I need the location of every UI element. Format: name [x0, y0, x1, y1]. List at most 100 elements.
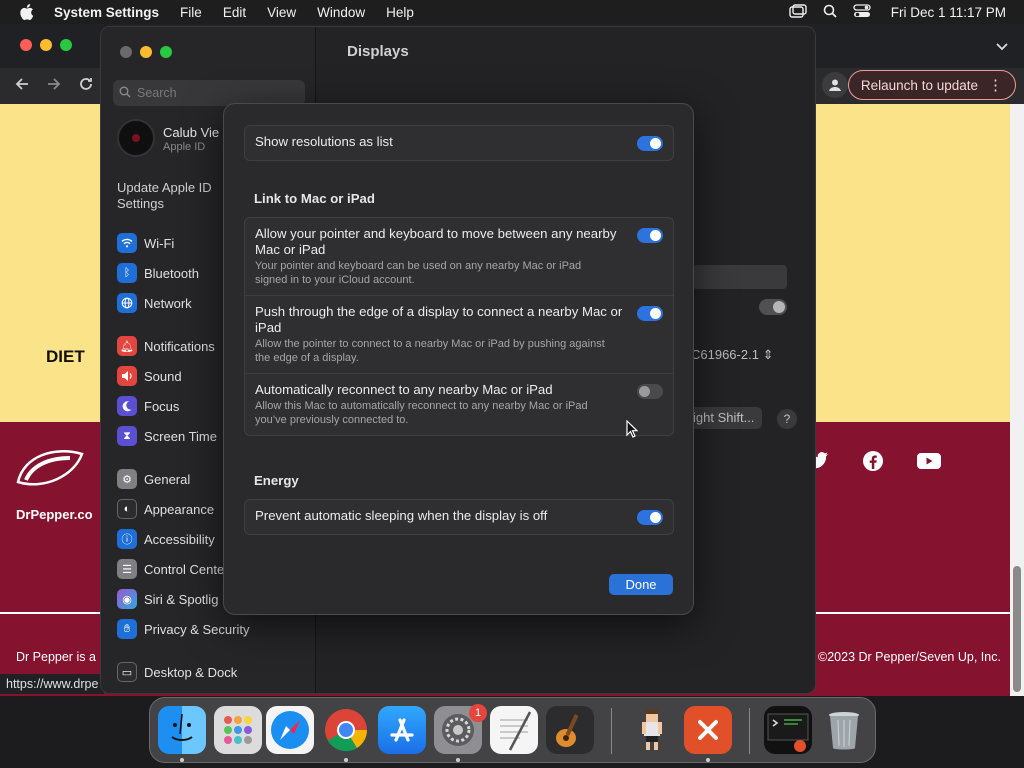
- pointer-keyboard-toggle[interactable]: [637, 228, 663, 243]
- scrollbar-thumb[interactable]: [1013, 566, 1021, 692]
- back-arrow-icon[interactable]: [12, 76, 32, 96]
- sidebar-item-screen-time[interactable]: ⧗ Screen Time: [117, 425, 217, 447]
- game-character-icon[interactable]: [628, 706, 676, 754]
- tab-search-chevron-icon[interactable]: [996, 40, 1008, 54]
- sidebar-item-siri-spotlight[interactable]: ◉ Siri & Spotlig: [117, 588, 218, 610]
- menu-window[interactable]: Window: [317, 5, 365, 20]
- search-icon: [119, 86, 131, 101]
- help-button[interactable]: ?: [777, 409, 797, 429]
- settings-close-button[interactable]: [120, 46, 132, 58]
- sidebar-item-label: Screen Time: [144, 428, 217, 444]
- sidebar-item-label: Network: [144, 295, 192, 311]
- menu-view[interactable]: View: [267, 5, 296, 20]
- prevent-sleep-toggle[interactable]: [637, 510, 663, 525]
- sidebar-item-desktop-dock[interactable]: ▭ Desktop & Dock: [117, 661, 237, 683]
- sidebar-item-wifi[interactable]: Wi-Fi: [117, 232, 174, 254]
- update-apple-id-link[interactable]: Update Apple ID Settings: [117, 180, 227, 212]
- sidebar-item-label: Accessibility: [144, 531, 215, 547]
- relaunch-to-update-button[interactable]: Relaunch to update ⋮: [847, 70, 1016, 100]
- dock-separator: [749, 708, 750, 754]
- diet-heading: DIET: [46, 347, 85, 366]
- sidebar-item-label: Siri & Spotlig: [144, 591, 219, 607]
- hand-icon: ✋︎: [117, 619, 137, 639]
- energy-group: Prevent automatic sleeping when the disp…: [244, 499, 674, 535]
- avatar[interactable]: [117, 119, 155, 157]
- push-through-edge-toggle[interactable]: [637, 306, 663, 321]
- terminal-window-icon[interactable]: [764, 706, 812, 754]
- sidebar-item-accessibility[interactable]: ⓘ Accessibility: [117, 528, 215, 550]
- safari-icon[interactable]: [266, 706, 314, 754]
- sidebar-item-label: Control Cente: [144, 561, 225, 577]
- sidebar-item-label: Privacy & Security: [144, 621, 250, 637]
- menu-file[interactable]: File: [180, 5, 202, 20]
- chrome-icon[interactable]: [322, 706, 370, 754]
- sidebar-item-sound[interactable]: Sound: [117, 365, 182, 387]
- textedit-icon[interactable]: [490, 706, 538, 754]
- forward-arrow-icon[interactable]: [44, 76, 64, 96]
- browser-minimize-button[interactable]: [40, 39, 52, 51]
- sidebar-item-general[interactable]: ⚙ General: [117, 468, 190, 490]
- sidebar-item-appearance[interactable]: ◐ Appearance: [117, 498, 214, 520]
- color-profile-value: C61966-2.1: [691, 347, 759, 362]
- row-description: Allow this Mac to automatically reconnec…: [255, 400, 588, 426]
- sidebar-item-privacy-security[interactable]: ✋︎ Privacy & Security: [117, 618, 249, 640]
- row-description: Allow the pointer to connect to a nearby…: [255, 338, 605, 364]
- row-title: Show resolutions as list: [255, 134, 393, 149]
- garageband-icon[interactable]: [546, 706, 594, 754]
- dock: 1: [149, 697, 876, 763]
- running-indicator: [344, 758, 348, 762]
- menu-bar: System Settings File Edit View Window He…: [0, 0, 1024, 24]
- page-scrollbar[interactable]: [1010, 104, 1024, 696]
- control-center-icon: ☰: [117, 559, 137, 579]
- link-to-mac-group: Allow your pointer and keyboard to move …: [244, 217, 674, 436]
- more-options-icon[interactable]: ⋮: [988, 76, 1003, 94]
- show-resolutions-toggle[interactable]: [637, 136, 663, 151]
- youtube-icon[interactable]: [916, 449, 942, 473]
- row-prevent-sleep: Prevent automatic sleeping when the disp…: [245, 500, 673, 534]
- menu-clock[interactable]: Fri Dec 1 11:17 PM: [891, 5, 1006, 20]
- app-store-icon[interactable]: [378, 706, 426, 754]
- row-pointer-keyboard: Allow your pointer and keyboard to move …: [245, 218, 673, 295]
- site-link[interactable]: DrPepper.co: [16, 507, 93, 522]
- apple-menu-icon[interactable]: [18, 3, 36, 21]
- background-toggle[interactable]: [759, 299, 787, 315]
- profile-icon[interactable]: [822, 72, 848, 98]
- bell-icon: 🔔︎: [117, 336, 137, 356]
- remote-desktop-icon[interactable]: [684, 706, 732, 754]
- done-button[interactable]: Done: [609, 574, 673, 595]
- sidebar-item-focus[interactable]: Focus: [117, 395, 179, 417]
- row-title: Automatically reconnect to any nearby Ma…: [255, 382, 553, 397]
- running-indicator: [456, 758, 460, 762]
- sidebar-item-network[interactable]: Network: [117, 292, 192, 314]
- finder-icon[interactable]: [158, 706, 206, 754]
- trash-icon[interactable]: [820, 706, 868, 754]
- dock-icon: ▭: [117, 662, 137, 682]
- screen-mirroring-icon[interactable]: [789, 3, 807, 21]
- reload-icon[interactable]: [76, 76, 96, 96]
- footer-disclaimer: Dr Pepper is a r: [16, 650, 104, 664]
- browser-zoom-button[interactable]: [60, 39, 72, 51]
- color-profile-select[interactable]: C61966-2.1 ⇕: [691, 347, 773, 363]
- row-title: Prevent automatic sleeping when the disp…: [255, 508, 548, 523]
- menu-help[interactable]: Help: [386, 5, 414, 20]
- search-icon[interactable]: [823, 4, 837, 21]
- section-heading-link: Link to Mac or iPad: [254, 191, 375, 206]
- globe-icon: [117, 293, 137, 313]
- dr-pepper-logo[interactable]: [14, 446, 88, 496]
- night-shift-button[interactable]: ight Shift...: [685, 407, 763, 429]
- sidebar-item-notifications[interactable]: 🔔︎ Notifications: [117, 335, 215, 357]
- menu-app-name[interactable]: System Settings: [54, 5, 159, 20]
- settings-zoom-button[interactable]: [160, 46, 172, 58]
- bluetooth-icon: ᛒ: [117, 263, 137, 283]
- facebook-icon[interactable]: [861, 449, 885, 473]
- sidebar-item-bluetooth[interactable]: ᛒ Bluetooth: [117, 262, 199, 284]
- browser-close-button[interactable]: [20, 39, 32, 51]
- profile-name[interactable]: Calub Vie: [163, 125, 219, 140]
- gear-icon: ⚙: [117, 469, 137, 489]
- auto-reconnect-toggle[interactable]: [637, 384, 663, 399]
- settings-minimize-button[interactable]: [140, 46, 152, 58]
- control-center-icon[interactable]: [853, 3, 871, 21]
- launchpad-icon[interactable]: [214, 706, 262, 754]
- sidebar-item-control-center[interactable]: ☰ Control Cente: [117, 558, 224, 580]
- menu-edit[interactable]: Edit: [223, 5, 246, 20]
